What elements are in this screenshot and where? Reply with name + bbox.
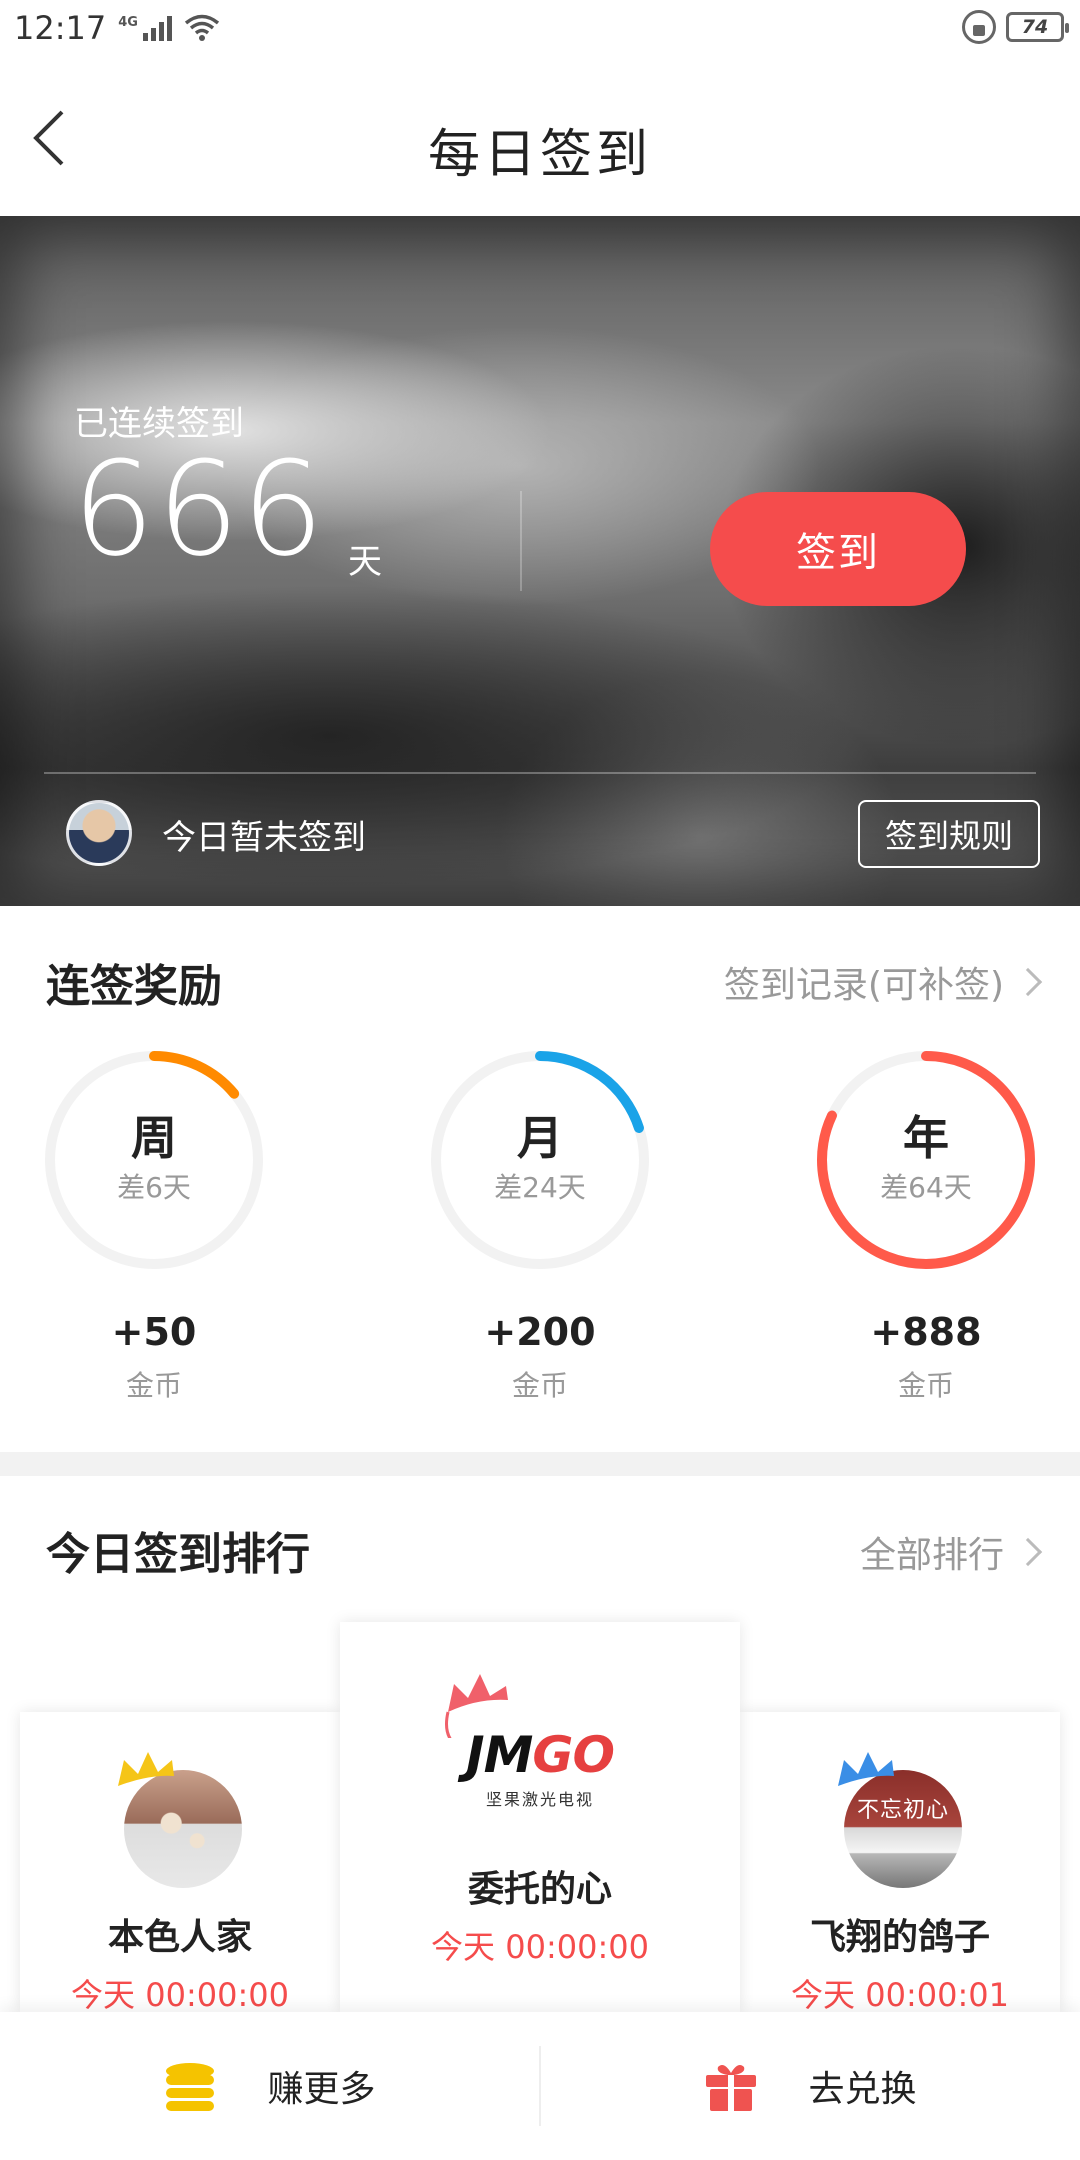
reward-unit: 金币 xyxy=(511,1369,568,1402)
checkin-button[interactable]: 签到 xyxy=(710,492,966,606)
reward-amount: +50 xyxy=(111,1310,197,1354)
brand-logo-text: JMGO xyxy=(466,1726,615,1784)
streak-days: 666 xyxy=(72,433,327,585)
title-bar: 每日签到 xyxy=(0,56,1080,216)
cell-signal-icon: 4G xyxy=(118,15,172,41)
reward-amount: +888 xyxy=(870,1310,982,1354)
status-bar: 12:17 4G 74 xyxy=(0,0,1080,56)
gift-icon xyxy=(706,2065,757,2111)
reward-remaining: 差24天 xyxy=(494,1171,586,1204)
ranking-title: 今日签到排行 xyxy=(46,1529,310,1580)
chevron-right-icon xyxy=(1013,1537,1043,1567)
rank-avatar xyxy=(118,1752,242,1888)
reward-remaining: 差6天 xyxy=(117,1171,191,1204)
crown-icon xyxy=(118,1752,174,1786)
rotation-lock-icon xyxy=(962,10,996,44)
reward-period: 月 xyxy=(517,1111,563,1165)
rank-name: 本色人家 xyxy=(107,1917,252,1958)
rank-avatar: 不忘初心 xyxy=(838,1752,962,1888)
brand-logo: JMGO 坚果激光电视 xyxy=(430,1668,650,1809)
rank-time: 今天 00:00:00 xyxy=(71,1976,289,2012)
earn-more-button[interactable]: 赚更多 xyxy=(0,2012,539,2160)
wifi-icon xyxy=(184,14,220,41)
rank-time: 今天 00:00:01 xyxy=(791,1976,1009,2012)
reward-unit: 金币 xyxy=(897,1369,954,1402)
rank-card-third[interactable]: 不忘初心 飞翔的鸽子 今天 00:00:01 xyxy=(740,1712,1060,2012)
network-type: 4G xyxy=(118,15,138,30)
all-ranking-link[interactable]: 全部排行 xyxy=(859,1526,1043,1578)
exchange-label: 去兑换 xyxy=(808,2069,917,2110)
banner-divider xyxy=(520,491,522,591)
reward-month[interactable]: 月 差24天 +200 金币 xyxy=(430,1050,650,1404)
rank-card-first[interactable]: JMGO 坚果激光电视 委托的心 今天 00:00:00 xyxy=(340,1622,740,2012)
user-avatar[interactable] xyxy=(66,800,132,866)
reward-period: 年 xyxy=(903,1111,949,1165)
streak-unit: 天 xyxy=(348,542,382,582)
rank-card-second[interactable]: 本色人家 今天 00:00:00 xyxy=(20,1712,340,2012)
checkin-records-link[interactable]: 签到记录(可补签) xyxy=(723,956,1043,1008)
exchange-button[interactable]: 去兑换 xyxy=(541,2012,1080,2160)
reward-week[interactable]: 周 差6天 +50 金币 xyxy=(44,1050,264,1404)
bottom-action-bar: 赚更多 去兑换 xyxy=(0,2012,1080,2160)
reward-year[interactable]: 年 差64天 +888 金币 xyxy=(816,1050,1036,1404)
reward-period: 周 xyxy=(131,1111,177,1165)
reward-amount: +200 xyxy=(484,1310,596,1354)
rank-name: 委托的心 xyxy=(467,1869,612,1910)
section-gap xyxy=(0,1452,1080,1476)
chevron-right-icon xyxy=(1013,967,1043,997)
checkin-rules-button[interactable]: 签到规则 xyxy=(858,800,1040,868)
rewards-title: 连签奖励 xyxy=(46,961,222,1012)
rank-name: 飞翔的鸽子 xyxy=(809,1917,990,1958)
all-ranking-label: 全部排行 xyxy=(859,1535,1004,1576)
page-title: 每日签到 xyxy=(427,125,652,185)
reward-unit: 金币 xyxy=(125,1369,182,1402)
brand-logo-subtitle: 坚果激光电视 xyxy=(485,1790,594,1809)
reward-remaining: 差64天 xyxy=(880,1171,972,1204)
checkin-records-label: 签到记录(可补签) xyxy=(723,965,1004,1006)
battery-icon: 74 xyxy=(1006,12,1069,42)
battery-level: 74 xyxy=(1021,16,1049,38)
earn-more-label: 赚更多 xyxy=(267,2069,376,2110)
crown-icon xyxy=(838,1752,894,1786)
checkin-banner: 已连续签到 666 天 签到 今日暂未签到 签到规则 xyxy=(0,216,1080,906)
status-time: 12:17 xyxy=(14,9,107,47)
rank-time: 今天 00:00:00 xyxy=(431,1928,649,1966)
checkin-status-text: 今日暂未签到 xyxy=(162,818,366,858)
coins-icon xyxy=(166,2063,215,2111)
banner-separator xyxy=(44,772,1036,774)
